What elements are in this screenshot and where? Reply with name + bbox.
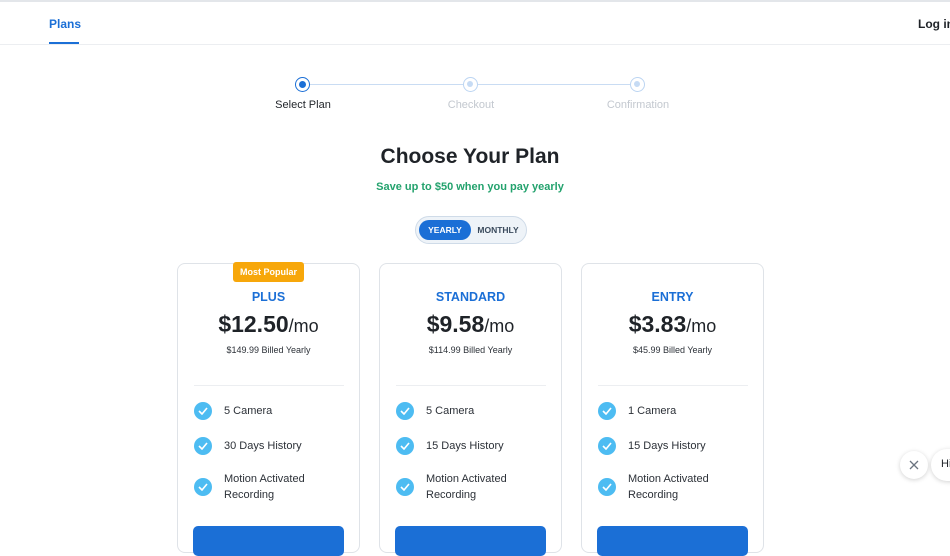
page-title: Choose Your Plan	[380, 145, 560, 168]
checkout-stepper: Select Plan Checkout Confirmation	[0, 70, 950, 120]
step-checkout-label: Checkout	[447, 99, 495, 111]
check-icon	[194, 437, 212, 455]
feature-item: Motion Activated Recording	[194, 471, 354, 507]
plan-price: $9.58/mo	[380, 311, 561, 338]
card-divider	[194, 385, 344, 386]
feature-text: Motion Activated Recording	[628, 473, 709, 501]
feature-item: 1 Camera	[598, 402, 758, 434]
plan-name: PLUS	[251, 290, 286, 304]
step-checkout-dot	[463, 77, 478, 92]
feature-item: 30 Days History	[194, 437, 354, 469]
select-plan-button[interactable]	[395, 526, 546, 556]
feature-text: 15 Days History	[628, 440, 706, 452]
check-icon	[194, 478, 212, 496]
close-icon	[909, 460, 919, 470]
toggle-monthly-button[interactable]: MONTHLY	[473, 220, 523, 240]
savings-subtitle: Save up to $50 when you pay yearly	[376, 181, 564, 193]
toggle-yearly-button[interactable]: YEARLY	[419, 220, 471, 240]
check-icon	[194, 402, 212, 420]
plan-card-entry: ENTRY $3.83/mo $45.99 Billed Yearly 1 Ca…	[581, 263, 764, 556]
feature-text: 15 Days History	[426, 440, 504, 452]
billed-yearly-text: $45.99 Billed Yearly	[632, 345, 713, 355]
check-icon	[396, 437, 414, 455]
feature-text: 5 Camera	[426, 405, 475, 417]
check-icon	[396, 402, 414, 420]
step-select-plan-dot	[295, 77, 310, 92]
step-confirmation-label: Confirmation	[606, 99, 670, 111]
price-period: /mo	[686, 316, 717, 336]
login-link[interactable]: Log in	[918, 17, 950, 31]
plan-price: $3.83/mo	[582, 311, 763, 338]
step-connector	[478, 84, 630, 85]
select-plan-button[interactable]	[597, 526, 748, 556]
price-amount: $3.83	[628, 311, 687, 337]
check-icon	[598, 478, 616, 496]
plan-name: ENTRY	[651, 290, 694, 304]
plan-name: STANDARD	[435, 290, 506, 304]
check-icon	[396, 478, 414, 496]
feature-text: 30 Days History	[224, 440, 302, 452]
feature-item: Motion Activated Recording	[396, 471, 556, 507]
most-popular-badge: Most Popular	[233, 262, 304, 282]
price-amount: $9.58	[426, 311, 485, 337]
step-select-plan-label: Select Plan	[275, 99, 331, 111]
price-period: /mo	[484, 316, 515, 336]
feature-item: 15 Days History	[396, 437, 556, 469]
price-amount: $12.50	[218, 311, 289, 337]
card-divider	[598, 385, 748, 386]
billed-yearly-text: $114.99 Billed Yearly	[428, 345, 513, 355]
top-nav: Plans Log in	[0, 2, 950, 45]
chat-preview-text: Hi	[941, 458, 950, 470]
step-connector	[310, 84, 463, 85]
card-divider	[396, 385, 546, 386]
check-icon	[598, 402, 616, 420]
billing-toggle[interactable]: YEARLY MONTHLY	[415, 216, 527, 244]
price-period: /mo	[288, 316, 319, 336]
feature-item: 5 Camera	[194, 402, 354, 434]
feature-text: 1 Camera	[628, 405, 677, 417]
feature-item: Motion Activated Recording	[598, 471, 758, 507]
plan-price: $12.50/mo	[178, 311, 359, 338]
plan-card-standard: STANDARD $9.58/mo $114.99 Billed Yearly …	[379, 263, 562, 556]
feature-text: Motion Activated Recording	[224, 473, 305, 501]
feature-text: Motion Activated Recording	[426, 473, 507, 501]
check-icon	[598, 437, 616, 455]
feature-item: 15 Days History	[598, 437, 758, 469]
step-confirmation-dot	[630, 77, 645, 92]
select-plan-button[interactable]	[193, 526, 344, 556]
nav-active-indicator	[49, 42, 79, 44]
feature-text: 5 Camera	[224, 405, 273, 417]
feature-item: 5 Camera	[396, 402, 556, 434]
billed-yearly-text: $149.99 Billed Yearly	[226, 345, 311, 355]
nav-plans-link[interactable]: Plans	[49, 17, 81, 31]
plan-card-plus: Most Popular PLUS $12.50/mo $149.99 Bill…	[177, 262, 360, 556]
chat-preview-bubble[interactable]: Hi	[931, 449, 950, 481]
chat-close-button[interactable]	[900, 451, 928, 479]
